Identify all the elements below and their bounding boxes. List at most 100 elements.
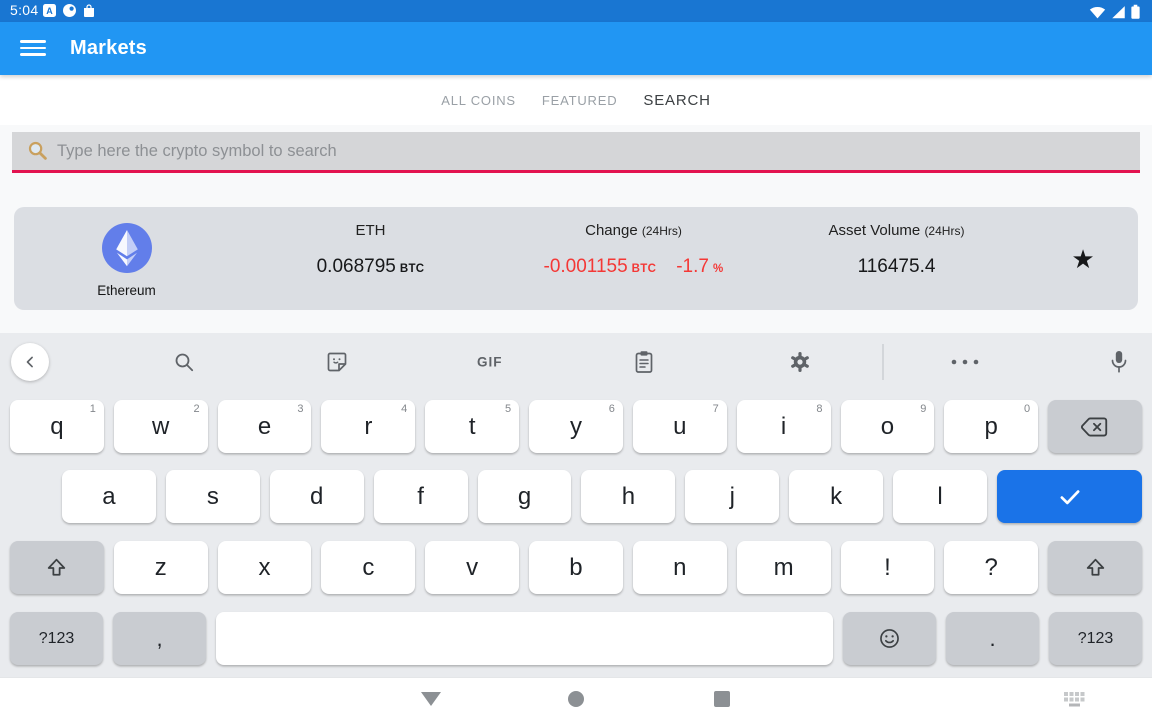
- key-c[interactable]: c: [321, 541, 416, 594]
- key-a[interactable]: a: [62, 470, 156, 523]
- key-label: h: [621, 482, 636, 510]
- keyboard-row: 1q2w3e4r5t6y7u8i9o0p: [0, 400, 1152, 453]
- android-nav-bar: [0, 677, 1152, 720]
- search-field[interactable]: [12, 132, 1140, 173]
- key-z[interactable]: z: [113, 541, 208, 594]
- coin-result-row[interactable]: Ethereum ETH 0.068795 BTC Change (24Hrs)…: [14, 207, 1138, 310]
- sticker-icon[interactable]: [325, 350, 349, 374]
- search-input[interactable]: [57, 141, 1140, 161]
- volume-column: Asset Volume (24Hrs) 116475.4: [765, 207, 1028, 310]
- key-i[interactable]: 8i: [736, 400, 831, 453]
- bag-app-icon: [83, 4, 95, 22]
- key-![interactable]: !: [840, 541, 935, 594]
- key-label: e: [257, 412, 272, 440]
- keyboard-row: z x c v b n m!?: [0, 541, 1152, 594]
- keyboard-picker-icon[interactable]: [1060, 690, 1088, 708]
- key-x[interactable]: x: [217, 541, 312, 594]
- tab-all-coins[interactable]: ALL COINS: [441, 93, 516, 108]
- key-hint: 3: [297, 403, 304, 415]
- price-value: 0.068795: [316, 256, 396, 277]
- key-symbols-left[interactable]: ?123: [10, 612, 103, 665]
- key-label: u: [673, 412, 687, 440]
- key-label: ,: [156, 625, 163, 651]
- key-j[interactable]: j: [685, 470, 780, 523]
- key-o[interactable]: 9o: [840, 400, 935, 453]
- key-shift-left[interactable]: [10, 541, 104, 594]
- change-value: -0.001155: [543, 256, 628, 277]
- key-u[interactable]: 7u: [632, 400, 727, 453]
- hamburger-menu-icon[interactable]: [20, 36, 46, 60]
- key-d[interactable]: d: [269, 470, 364, 523]
- magnifier-emoji-icon: [27, 140, 49, 162]
- key-f[interactable]: f: [373, 470, 468, 523]
- volume-value: 116475.4: [857, 256, 936, 277]
- key-g[interactable]: g: [477, 470, 572, 523]
- key-label: q: [50, 412, 64, 440]
- key-w[interactable]: 2w: [113, 400, 208, 453]
- main-content: Ethereum ETH 0.068795 BTC Change (24Hrs)…: [0, 125, 1152, 333]
- key-?[interactable]: ?: [944, 541, 1039, 594]
- key-label: f: [417, 482, 424, 510]
- key-period[interactable]: .: [946, 612, 1039, 665]
- letter-a-app-icon: A: [43, 4, 56, 22]
- key-shift-right[interactable]: [1048, 541, 1142, 594]
- tab-featured[interactable]: FEATURED: [542, 93, 618, 108]
- key-s[interactable]: s: [165, 470, 260, 523]
- key-label: .: [989, 625, 996, 651]
- key-label: t: [468, 412, 476, 440]
- key-h[interactable]: h: [581, 470, 676, 523]
- keyboard-row: ?123,. ?123: [0, 612, 1152, 665]
- coin-name: Ethereum: [97, 283, 156, 298]
- key-space[interactable]: [216, 612, 833, 665]
- key-label: z: [154, 553, 167, 581]
- recents-square-icon[interactable]: [714, 691, 730, 707]
- clipboard-icon[interactable]: [633, 350, 655, 374]
- key-r[interactable]: 4r: [321, 400, 416, 453]
- key-y[interactable]: 6y: [529, 400, 623, 453]
- key-p[interactable]: 0p: [944, 400, 1039, 453]
- key-backspace[interactable]: [1048, 400, 1142, 453]
- key-b[interactable]: b: [529, 541, 623, 594]
- key-label: y: [569, 412, 582, 440]
- overflow-dots-icon[interactable]: [950, 358, 980, 366]
- key-l[interactable]: l: [893, 470, 988, 523]
- mic-icon[interactable]: [1108, 349, 1130, 376]
- settings-gear-icon[interactable]: [788, 350, 812, 374]
- tab-search[interactable]: SEARCH: [643, 92, 710, 109]
- backspace-icon: [1080, 415, 1110, 439]
- price-header: ETH: [355, 222, 386, 239]
- status-notification-icons: A: [43, 4, 95, 22]
- star-icon[interactable]: ★: [1071, 246, 1094, 272]
- status-bar: 5:04 A: [0, 0, 1152, 22]
- key-m[interactable]: m: [736, 541, 831, 594]
- key-symbols-right[interactable]: ?123: [1049, 612, 1142, 665]
- key-comma[interactable]: ,: [113, 612, 206, 665]
- gif-button[interactable]: GIF: [477, 355, 503, 370]
- volume-header: Asset Volume: [828, 222, 921, 239]
- search-icon[interactable]: [172, 350, 196, 374]
- key-label: n: [673, 553, 687, 581]
- key-v[interactable]: v: [425, 541, 520, 594]
- key-n[interactable]: n: [632, 541, 727, 594]
- key-label: s: [206, 482, 219, 510]
- shift-icon: [1083, 555, 1108, 580]
- back-chevron-icon[interactable]: [11, 343, 49, 381]
- key-label: r: [364, 412, 373, 440]
- keyboard-toolbar: GIF: [0, 333, 1152, 391]
- home-circle-icon[interactable]: [568, 691, 584, 707]
- key-label: ?: [984, 553, 998, 581]
- key-k[interactable]: k: [789, 470, 884, 523]
- keyboard-row: asdfghjkl: [0, 470, 1152, 523]
- key-hint: 4: [401, 403, 408, 415]
- key-t[interactable]: 5t: [425, 400, 520, 453]
- key-label: k: [830, 482, 843, 510]
- key-e[interactable]: 3e: [217, 400, 312, 453]
- key-hint: 8: [816, 403, 823, 415]
- key-enter[interactable]: [997, 470, 1143, 523]
- key-label: i: [780, 412, 787, 440]
- notification-dot-icon: [63, 4, 76, 22]
- back-triangle-icon[interactable]: [421, 692, 441, 706]
- key-emoji[interactable]: [843, 612, 936, 665]
- key-label: l: [937, 482, 943, 510]
- key-q[interactable]: 1q: [10, 400, 104, 453]
